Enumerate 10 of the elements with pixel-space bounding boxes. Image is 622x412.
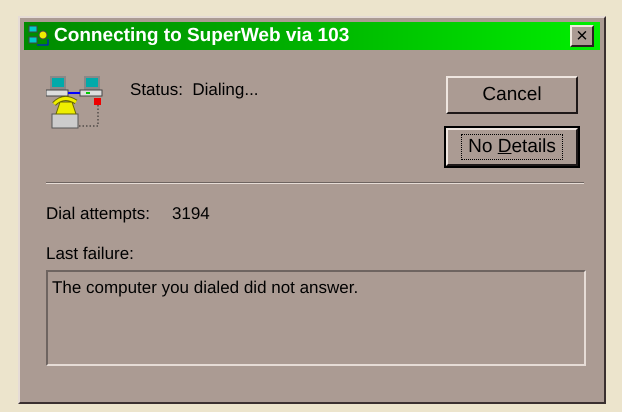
window-title: Connecting to SuperWeb via 103 <box>54 25 350 47</box>
dial-attempts-label: Dial attempts: <box>46 204 150 224</box>
cancel-button[interactable]: Cancel <box>446 76 578 114</box>
status-text: Status: Dialing... <box>130 80 260 101</box>
network-icon <box>28 25 50 47</box>
dial-attempts-value: 3194 <box>172 204 210 224</box>
details-button[interactable]: No Details <box>446 128 578 166</box>
failure-message-box: The computer you dialed did not answer. <box>46 270 586 366</box>
close-button[interactable]: × <box>570 25 594 47</box>
last-failure-label: Last failure: <box>46 244 135 264</box>
